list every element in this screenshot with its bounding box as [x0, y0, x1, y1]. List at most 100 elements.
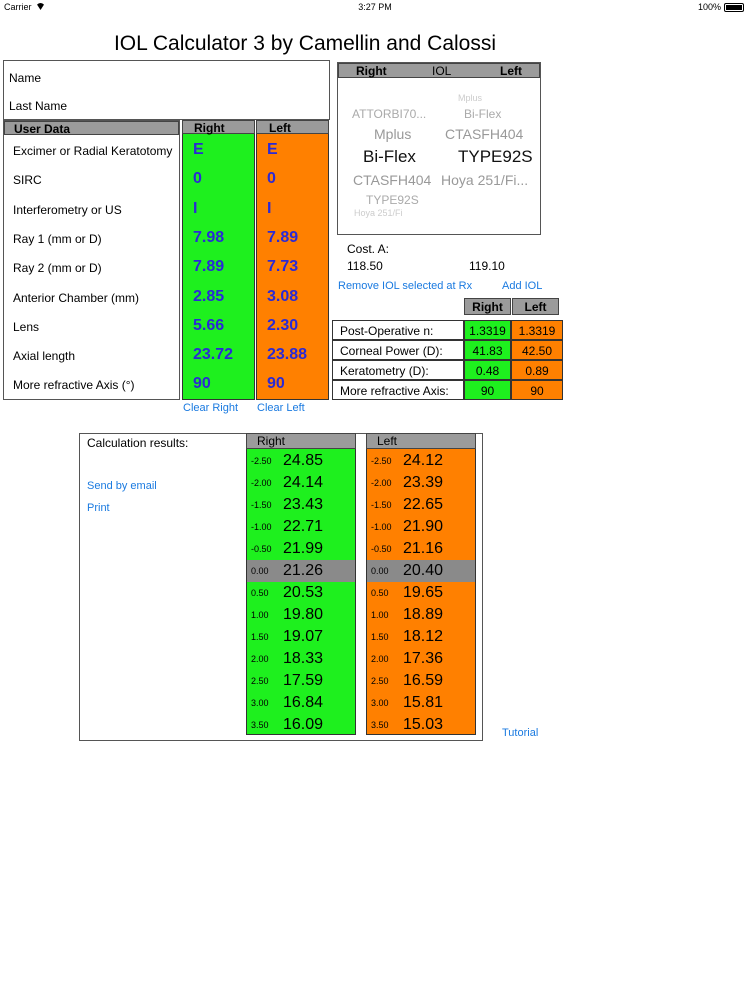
- add-iol-button[interactable]: Add IOL: [502, 280, 542, 292]
- picker-item[interactable]: CTASFH404: [353, 172, 431, 188]
- print-button[interactable]: Print: [87, 502, 110, 514]
- left-eye-input[interactable]: 23.88: [267, 346, 307, 364]
- refraction-offset: 1.00: [251, 610, 269, 620]
- iol-power-value: 18.89: [403, 606, 444, 623]
- results-right-column: Right -2.50 24.85 -2.00 24.14 -1.50 23.43 -1.0…: [246, 433, 356, 735]
- left-eye-input[interactable]: E: [267, 141, 278, 159]
- iol-power-value: 18.12: [403, 628, 444, 645]
- postop-right-value: 90: [464, 380, 511, 400]
- picker-item[interactable]: ATTORBI70...: [352, 107, 426, 121]
- iol-power-value: 21.99: [283, 540, 324, 557]
- send-email-button[interactable]: Send by email: [87, 480, 157, 492]
- picker-item[interactable]: Hoya 251/Fi: [354, 208, 403, 218]
- user-data-row-label: SIRC: [13, 173, 42, 188]
- result-row: 0.50 19.65: [367, 582, 475, 604]
- result-row: 2.00 18.33: [247, 648, 355, 670]
- right-eye-input[interactable]: 7.89: [193, 258, 224, 276]
- iol-header-right: Right: [356, 64, 387, 78]
- postop-left-value: 42.50: [511, 340, 563, 360]
- iol-power-value: 24.12: [403, 452, 444, 469]
- clear-right-button[interactable]: Clear Right: [183, 402, 238, 414]
- postop-row-label: Keratometry (D):: [332, 360, 464, 380]
- refraction-offset: 1.50: [251, 632, 269, 642]
- picker-item[interactable]: Bi-Flex: [464, 107, 501, 121]
- iol-picker[interactable]: Right IOL Left Mplus ATTORBI70... Bi-Fle…: [337, 62, 541, 235]
- left-eye-input[interactable]: 90: [267, 375, 285, 393]
- left-eye-input[interactable]: 3.08: [267, 288, 298, 306]
- picker-item-selected-right[interactable]: Bi-Flex: [363, 147, 416, 167]
- right-eye-input[interactable]: 7.98: [193, 229, 224, 247]
- last-name-field[interactable]: Last Name: [9, 99, 67, 113]
- refraction-offset: -1.50: [251, 500, 272, 510]
- results-left-header: Left: [366, 433, 476, 449]
- picker-item[interactable]: Mplus: [458, 93, 482, 103]
- right-eye-input[interactable]: 5.66: [193, 317, 224, 335]
- iol-power-value: 19.80: [283, 606, 324, 623]
- right-eye-input[interactable]: E: [193, 141, 204, 159]
- result-row: -1.50 23.43: [247, 494, 355, 516]
- refraction-offset: -2.00: [371, 478, 392, 488]
- right-eye-input[interactable]: 0: [193, 170, 202, 188]
- refraction-offset: 3.00: [251, 698, 269, 708]
- result-row: 3.00 16.84: [247, 692, 355, 714]
- postop-row-label: Corneal Power (D):: [332, 340, 464, 360]
- result-row: 2.00 17.36: [367, 648, 475, 670]
- iol-power-value: 15.81: [403, 694, 444, 711]
- result-row: -2.50 24.12: [367, 450, 475, 472]
- picker-item[interactable]: Mplus: [374, 126, 411, 142]
- user-data-row-label: Anterior Chamber (mm): [13, 290, 140, 305]
- iol-power-value: 23.39: [403, 474, 444, 491]
- iol-power-value: 21.90: [403, 518, 444, 535]
- clear-left-button[interactable]: Clear Left: [257, 402, 305, 414]
- picker-item[interactable]: TYPE92S: [366, 193, 419, 207]
- user-data-row-label: Ray 2 (mm or D): [13, 261, 102, 276]
- iol-power-value: 24.85: [283, 452, 324, 469]
- right-eye-input[interactable]: 90: [193, 375, 211, 393]
- iol-header-mid: IOL: [432, 64, 452, 78]
- iol-power-value: 17.59: [283, 672, 324, 689]
- left-eye-input[interactable]: 7.89: [267, 229, 298, 247]
- left-eye-input[interactable]: 7.73: [267, 258, 298, 276]
- result-row: 1.50 19.07: [247, 626, 355, 648]
- result-row: -0.50 21.99: [247, 538, 355, 560]
- picker-item-selected-left[interactable]: TYPE92S: [458, 147, 533, 167]
- refraction-offset: 2.00: [371, 654, 389, 664]
- right-eye-input[interactable]: 23.72: [193, 346, 233, 364]
- left-eye-input[interactable]: 0: [267, 170, 276, 188]
- result-row: -1.00 21.90: [367, 516, 475, 538]
- battery-status: 100%: [698, 2, 744, 12]
- postop-left-value: 0.89: [511, 360, 563, 380]
- results-label: Calculation results:: [87, 436, 189, 450]
- iol-picker-header: Right IOL Left: [338, 63, 540, 78]
- refraction-offset: 2.50: [251, 676, 269, 686]
- picker-item[interactable]: Hoya 251/Fi...: [441, 172, 528, 188]
- refraction-offset: 3.50: [371, 720, 389, 730]
- status-time: 3:27 PM: [358, 2, 392, 12]
- user-data-row-label: Excimer or Radial Keratotomy: [13, 144, 173, 158]
- left-column-header: Left: [256, 120, 329, 135]
- tutorial-link[interactable]: Tutorial: [502, 727, 538, 739]
- cost-left-value: 119.10: [469, 259, 505, 273]
- postop-right-value: 1.3319: [464, 320, 511, 340]
- remove-iol-button[interactable]: Remove IOL selected at Rx: [338, 280, 472, 292]
- user-data-header: User Data: [4, 121, 179, 136]
- result-row: 3.00 15.81: [367, 692, 475, 714]
- page-title: IOL Calculator 3 by Camellin and Calossi: [113, 32, 497, 55]
- user-data-row-label: Axial length: [13, 349, 76, 364]
- refraction-offset: 0.50: [251, 588, 269, 598]
- right-eye-input[interactable]: 2.85: [193, 288, 224, 306]
- result-row: 0.50 20.53: [247, 582, 355, 604]
- right-column-header: Right: [182, 120, 255, 135]
- name-field[interactable]: Name: [9, 71, 41, 85]
- picker-item[interactable]: CTASFH404: [445, 126, 523, 142]
- postop-row-label: More refractive Axis:: [332, 380, 464, 400]
- iol-power-value: 16.84: [283, 694, 324, 711]
- iol-power-value: 16.59: [403, 672, 444, 689]
- result-row: -1.00 22.71: [247, 516, 355, 538]
- iol-power-value: 20.53: [283, 584, 324, 601]
- left-eye-input[interactable]: I: [267, 200, 271, 218]
- left-eye-input[interactable]: 2.30: [267, 317, 298, 335]
- right-eye-input[interactable]: I: [193, 200, 197, 218]
- refraction-offset: -1.00: [371, 522, 392, 532]
- postop-right-header: Right: [464, 298, 511, 315]
